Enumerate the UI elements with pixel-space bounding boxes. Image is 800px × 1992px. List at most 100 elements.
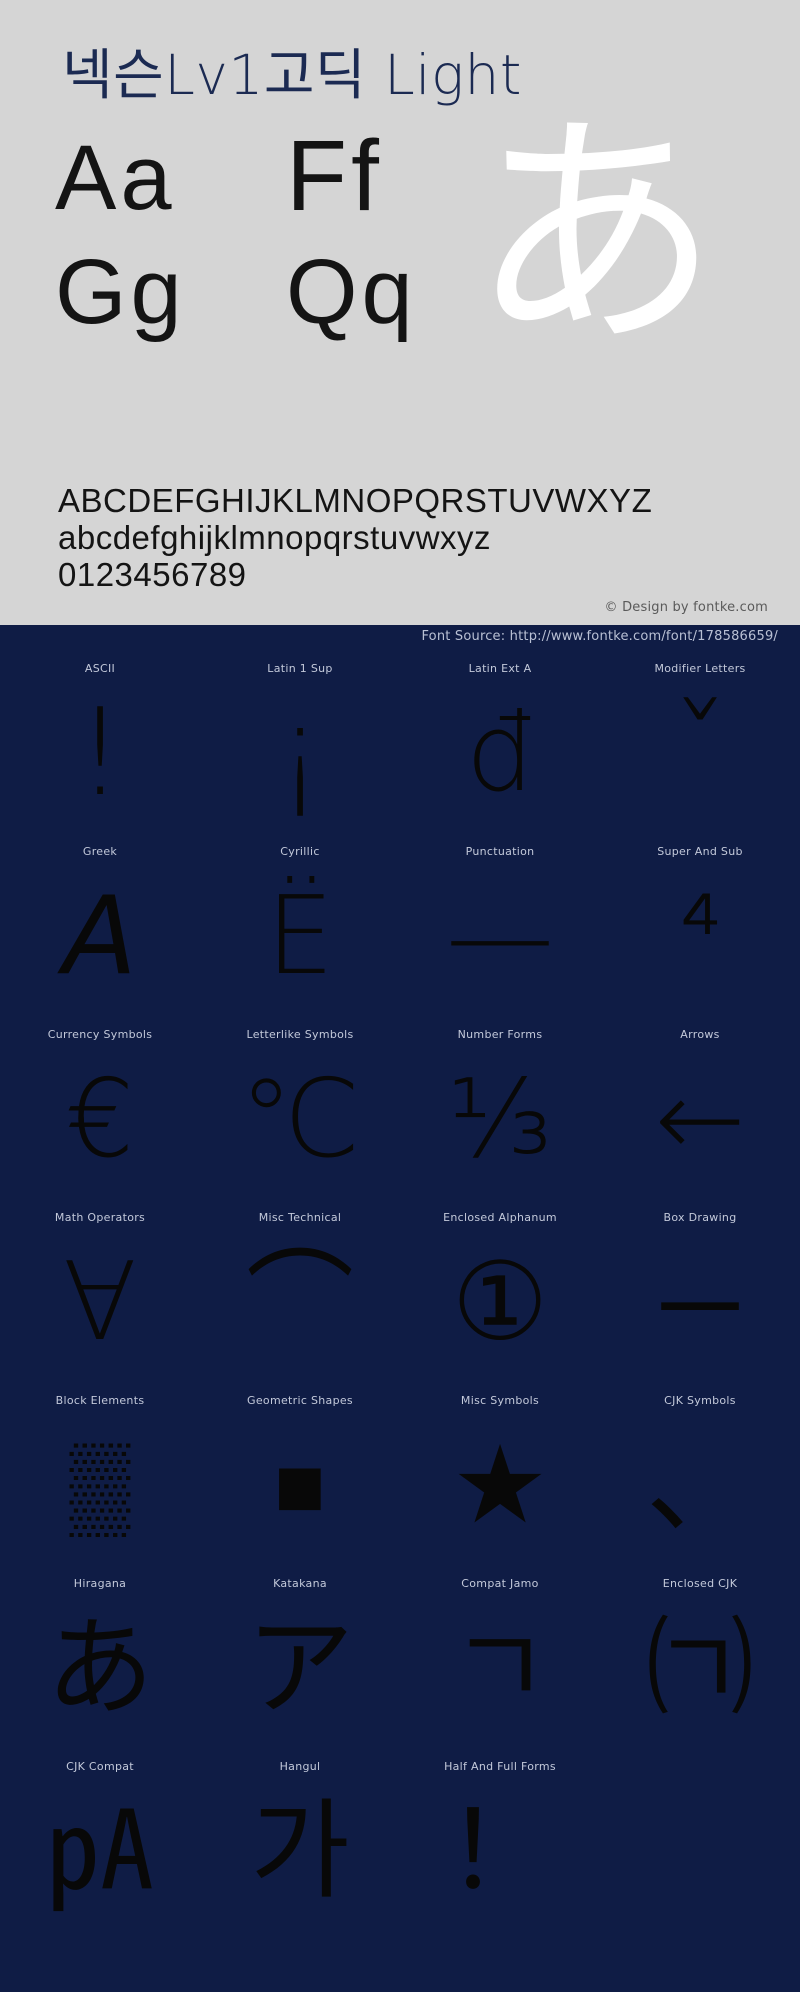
charset-cell-label: Number Forms	[457, 1028, 543, 1041]
charset-cell-hiragana[interactable]: Hiragana あ	[0, 1568, 200, 1751]
charset-row: ASCII! Latin 1 Sup ¡ Latin Ext A đ Modifier L…	[0, 653, 800, 836]
charset-cell-glyph: ∀	[63, 1240, 137, 1365]
charset-cell-glyph: !	[75, 684, 125, 823]
charset-cell-label: Geometric Shapes	[247, 1394, 353, 1407]
charset-cell-number-forms[interactable]: Number Forms ⅓	[400, 1019, 600, 1202]
charset-cell-glyph: ㄱ	[450, 1606, 550, 1731]
charset-cell-label: Punctuation	[465, 845, 535, 858]
charset-cell-latin-ext-a[interactable]: Latin Ext A đ	[400, 653, 600, 836]
decorative-hiragana-glyph: あ	[470, 89, 720, 380]
alphabet-uppercase-line: ABCDEFGHIJKLMNOPQRSTUVWXYZ	[58, 482, 653, 519]
charset-cell-label: Currency Symbols	[47, 1028, 153, 1041]
charset-cell-cyrillic[interactable]: Cyrillic Ё	[200, 836, 400, 1019]
design-credit: © Design by fontke.com	[604, 600, 768, 615]
digits-line: 0123456789	[58, 556, 247, 593]
charset-cell-label: Cyrillic	[280, 845, 320, 858]
charset-cell-geometric-shapes[interactable]: Geometric Shapes ■	[200, 1385, 400, 1568]
charset-cell-katakana[interactable]: Katakana ア	[200, 1568, 400, 1751]
charset-cell-label: Super And Sub	[657, 845, 743, 858]
charset-cell-glyph: ★	[451, 1423, 549, 1548]
charset-cell-glyph: ℃	[239, 1057, 361, 1182]
charset-cell-label: ASCII	[84, 662, 116, 675]
charset-cell-label: Compat Jamo	[461, 1577, 539, 1590]
charset-cell-label: Hangul	[279, 1760, 321, 1773]
charset-cell-glyph: ─	[661, 1240, 739, 1365]
alphabet-block: ABCDEFGHIJKLMNOPQRSTUVWXYZ abcdefghijklm…	[58, 482, 652, 593]
charset-cell-label: Latin Ext A	[468, 662, 532, 675]
charset-cell-glyph: ①	[451, 1240, 549, 1365]
charset-cell-ascii[interactable]: ASCII!	[0, 653, 200, 836]
charset-cell-enclosed-alphanum[interactable]: Enclosed Alphanum ①	[400, 1202, 600, 1385]
charset-row: Hiragana あ Katakana ア Compat Jamo ㄱ Enclosed C…	[0, 1568, 800, 1751]
charset-cell-empty	[600, 1751, 800, 1934]
charset-cell-glyph: —	[446, 874, 554, 999]
charset-cell-label: Latin 1 Sup	[267, 662, 333, 675]
charset-cell-glyph: ⌒	[245, 1240, 354, 1365]
charset-cell-arrows[interactable]: Arrows ←	[600, 1019, 800, 1202]
font-source-bar: Font Source: http://www.fontke.com/font/…	[0, 625, 800, 653]
charset-cell-cjk-symbols[interactable]: CJK Symbols 、	[600, 1385, 800, 1568]
charset-cell-latin-1-sup[interactable]: Latin 1 Sup ¡	[200, 653, 400, 836]
charset-cell-glyph: ˇ	[670, 684, 730, 823]
charset-row: Math Operators ∀ Misc Technical ⌒ Enclosed A…	[0, 1202, 800, 1385]
charset-cell-block-elements[interactable]: Block Elements ▒	[0, 1385, 200, 1568]
font-specimen-page: 넥슨Lv1고딕 Light Aa Ff Gg Qq あ ABCDEFGHIJKL…	[0, 0, 800, 1992]
specimen-panel: 넥슨Lv1고딕 Light Aa Ff Gg Qq あ ABCDEFGHIJKL…	[0, 0, 800, 625]
charset-cell-label: Enclosed CJK	[662, 1577, 738, 1590]
charset-cell-glyph: €	[65, 1057, 135, 1182]
charset-cell-letterlike-symbols[interactable]: Letterlike Symbols ℃	[200, 1019, 400, 1202]
charset-cell-half-and-full-forms[interactable]: Half And Full Forms ！	[400, 1751, 600, 1934]
sample-pair-qq: Qq	[286, 241, 417, 343]
charset-cell-label: Letterlike Symbols	[246, 1028, 354, 1041]
charset-cell-glyph: 가	[250, 1789, 350, 1914]
charset-cell-glyph: ¡	[275, 684, 325, 823]
sample-pair-aa: Aa	[55, 127, 176, 229]
charset-cell-currency-symbols[interactable]: Currency Symbols €	[0, 1019, 200, 1202]
charset-cell-punctuation[interactable]: Punctuation —	[400, 836, 600, 1019]
charset-cell-glyph: đ	[465, 691, 535, 816]
charset-cell-cjk-compat[interactable]: CJK Compat ㎀	[0, 1751, 200, 1934]
charset-cell-glyph: Α	[63, 874, 137, 999]
charset-cell-label: Half And Full Forms	[444, 1760, 556, 1773]
charset-cell-glyph: ⅓	[447, 1057, 553, 1182]
charset-cell-label: Misc Technical	[258, 1211, 342, 1224]
alphabet-lowercase-line: abcdefghijklmnopqrstuvwxyz	[58, 519, 492, 556]
charset-cell-label: Math Operators	[54, 1211, 146, 1224]
charset-row: CJK Compat ㎀ Hangul 가 Half And Full Forms ！	[0, 1751, 800, 1934]
charset-cell-super-and-sub[interactable]: Super And Sub ⁴	[600, 836, 800, 1019]
charset-cell-label: Katakana	[273, 1577, 327, 1590]
charset-cell-glyph: ⁴	[678, 874, 722, 999]
charset-cell-compat-jamo[interactable]: Compat Jamo ㄱ	[400, 1568, 600, 1751]
charset-cell-enclosed-cjk[interactable]: Enclosed CJK ㈀	[600, 1568, 800, 1751]
charset-cell-glyph	[600, 1777, 800, 1934]
page-title: 넥슨Lv1고딕 Light	[62, 43, 522, 107]
charset-cell-misc-technical[interactable]: Misc Technical ⌒	[200, 1202, 400, 1385]
charset-cell-glyph: ア	[245, 1606, 354, 1731]
charset-cell-glyph: Ё	[265, 874, 335, 999]
font-source-link[interactable]: Font Source: http://www.fontke.com/font/…	[421, 629, 778, 644]
charset-panel: Font Source: http://www.fontke.com/font/…	[0, 625, 800, 1992]
charset-cell-glyph: ㈀	[645, 1606, 754, 1731]
charset-cell-box-drawing[interactable]: Box Drawing ─	[600, 1202, 800, 1385]
sample-pair-ff: Ff	[286, 120, 383, 232]
charset-cell-label: Block Elements	[55, 1394, 145, 1407]
charset-cell-label: CJK Symbols	[664, 1394, 736, 1407]
charset-cell-hangul[interactable]: Hangul 가	[200, 1751, 400, 1934]
charset-grid: ASCII! Latin 1 Sup ¡ Latin Ext A đ Modifier L…	[0, 653, 800, 1934]
charset-cell-label: Arrows	[680, 1028, 720, 1041]
sample-pair-gg: Gg	[55, 241, 186, 343]
charset-cell-label: Hiragana	[73, 1577, 127, 1590]
charset-cell-misc-symbols[interactable]: Misc Symbols ★	[400, 1385, 600, 1568]
charset-cell-glyph: 、	[645, 1423, 754, 1548]
charset-cell-modifier-letters[interactable]: Modifier Letters ˇ	[600, 653, 800, 836]
charset-cell-glyph: あ	[45, 1606, 154, 1731]
charset-cell-glyph: ■	[274, 1436, 326, 1536]
charset-row: Greek Α Cyrillic Ё Punctuation — Super And Sub…	[0, 836, 800, 1019]
charset-cell-label: Box Drawing	[663, 1211, 737, 1224]
charset-cell-glyph: ←	[654, 1057, 746, 1182]
charset-cell-label: Misc Symbols	[460, 1394, 540, 1407]
charset-cell-label: Greek	[82, 845, 118, 858]
charset-cell-math-operators[interactable]: Math Operators ∀	[0, 1202, 200, 1385]
charset-cell-greek[interactable]: Greek Α	[0, 836, 200, 1019]
charset-cell-label: Enclosed Alphanum	[443, 1211, 557, 1224]
